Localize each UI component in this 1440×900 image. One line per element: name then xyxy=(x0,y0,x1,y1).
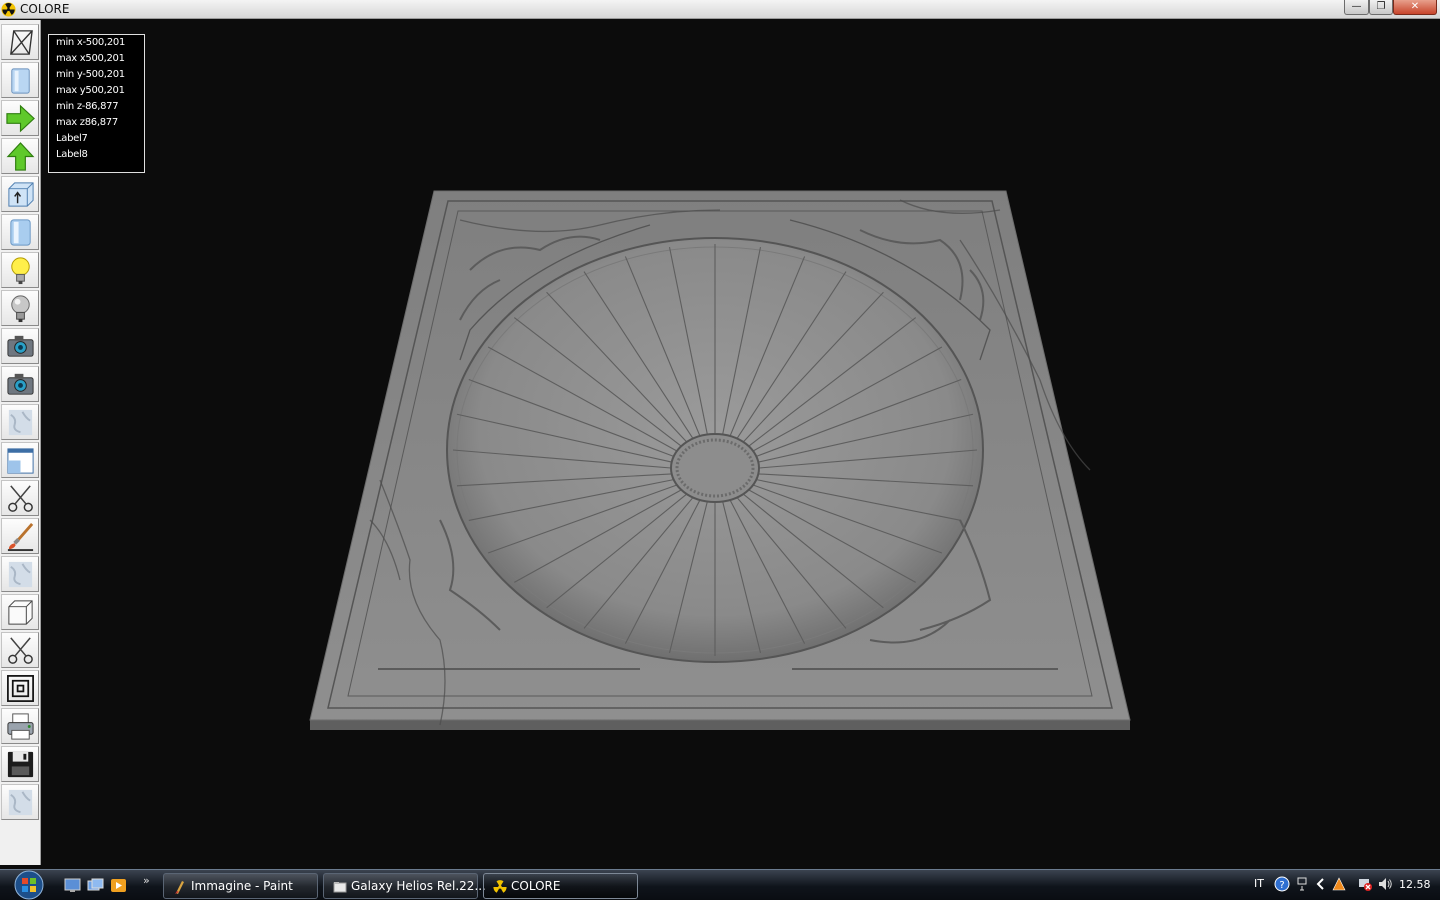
label8: Label8 xyxy=(56,149,88,160)
task-label: COLORE xyxy=(511,879,561,893)
paint-button[interactable] xyxy=(1,518,39,554)
min-z-label: min z-86,877 xyxy=(56,101,119,112)
solid-panel-icon xyxy=(11,68,30,94)
paint-icon xyxy=(175,881,184,894)
show-desktop-icon[interactable] xyxy=(64,878,81,893)
task-galaxy-helios[interactable]: Galaxy Helios Rel.22... xyxy=(323,873,486,899)
texture-button[interactable] xyxy=(1,404,39,440)
maximize-button[interactable]: ❐ xyxy=(1369,0,1393,15)
rotate-right-button[interactable] xyxy=(1,100,39,136)
radiation-icon xyxy=(493,880,507,893)
marble-texture-icon xyxy=(8,561,33,588)
left-toolbar xyxy=(0,20,41,865)
arrow-right-green-icon xyxy=(6,104,35,133)
cube-button[interactable] xyxy=(1,594,39,630)
min-x-label: min x-500,201 xyxy=(56,37,126,48)
print-button[interactable] xyxy=(1,708,39,744)
light-off-button[interactable] xyxy=(1,290,39,326)
start-button[interactable] xyxy=(8,870,50,900)
wireframe-box-icon xyxy=(10,30,33,55)
language-indicator[interactable]: IT xyxy=(1254,877,1264,890)
task-label: Immagine - Paint xyxy=(191,879,293,893)
paintbrush-icon xyxy=(7,522,34,552)
task-label: Galaxy Helios Rel.22... xyxy=(351,879,486,893)
window-view-button[interactable] xyxy=(1,442,39,478)
svg-text:?: ? xyxy=(1279,880,1284,891)
volume-icon[interactable] xyxy=(1377,876,1393,892)
lightbulb-off-icon xyxy=(11,295,30,323)
marble-texture-icon xyxy=(8,409,33,436)
network-icon[interactable] xyxy=(1295,876,1311,892)
camera-2-button[interactable] xyxy=(1,366,39,402)
help-icon[interactable]: ? xyxy=(1274,876,1290,892)
cube-icon xyxy=(8,600,33,625)
window-title: COLORE xyxy=(20,2,70,16)
printer-icon xyxy=(7,713,34,740)
media-player-icon[interactable] xyxy=(110,878,127,893)
max-z-label: max z86,877 xyxy=(56,117,118,128)
bounds-info-panel: min x-500,201 max x500,201 min y-500,201… xyxy=(48,34,145,173)
save-button[interactable] xyxy=(1,746,39,782)
texture-3-button[interactable] xyxy=(1,784,39,820)
rotate-up-button[interactable] xyxy=(1,138,39,174)
concentric-squares-icon xyxy=(7,675,34,702)
chevron-left-icon[interactable] xyxy=(1313,876,1329,892)
center-rosette xyxy=(670,433,760,503)
arrow-up-green-icon xyxy=(6,142,35,171)
max-y-label: max y500,201 xyxy=(56,85,125,96)
camera-icon xyxy=(7,335,34,357)
task-colore[interactable]: COLORE xyxy=(483,873,638,899)
close-button[interactable]: ✕ xyxy=(1393,0,1437,15)
security-alert-icon[interactable] xyxy=(1357,876,1373,892)
folder-icon xyxy=(333,882,347,893)
cut-2-button[interactable] xyxy=(1,632,39,668)
minimize-button[interactable]: — xyxy=(1344,0,1369,15)
window-icon xyxy=(7,448,34,474)
front-view-button[interactable] xyxy=(1,214,39,250)
scissors-icon xyxy=(8,485,33,512)
wireframe-view-button[interactable] xyxy=(1,24,39,60)
switch-windows-icon[interactable] xyxy=(87,878,104,893)
solid-view-button[interactable] xyxy=(1,62,39,98)
title-bar: COLORE — ❐ ✕ xyxy=(0,0,1440,19)
texture-2-button[interactable] xyxy=(1,556,39,592)
min-y-label: min y-500,201 xyxy=(56,69,125,80)
max-x-label: max x500,201 xyxy=(56,53,125,64)
label7: Label7 xyxy=(56,133,88,144)
camera-button[interactable] xyxy=(1,328,39,364)
frames-button[interactable] xyxy=(1,670,39,706)
taskbar: » Immagine - Paint Galaxy Helios Rel.22.… xyxy=(0,869,1440,900)
cut-button[interactable] xyxy=(1,480,39,516)
quick-launch-more[interactable]: » xyxy=(143,874,150,887)
lightbulb-on-icon xyxy=(11,257,30,285)
light-on-button[interactable] xyxy=(1,252,39,288)
task-paint[interactable]: Immagine - Paint xyxy=(163,873,318,899)
floppy-disk-icon xyxy=(7,751,34,778)
clock[interactable]: 12.58 xyxy=(1399,878,1431,891)
scissors-icon xyxy=(8,637,33,664)
glass-panel-icon xyxy=(10,219,31,246)
depth-view-button[interactable] xyxy=(1,176,39,212)
camera-icon xyxy=(7,373,34,395)
radiation-icon xyxy=(1,2,16,17)
marble-texture-icon xyxy=(8,789,33,816)
update-icon[interactable] xyxy=(1331,876,1347,892)
box-arrow-icon xyxy=(8,182,34,207)
marble-slab-render[interactable] xyxy=(300,180,1140,740)
